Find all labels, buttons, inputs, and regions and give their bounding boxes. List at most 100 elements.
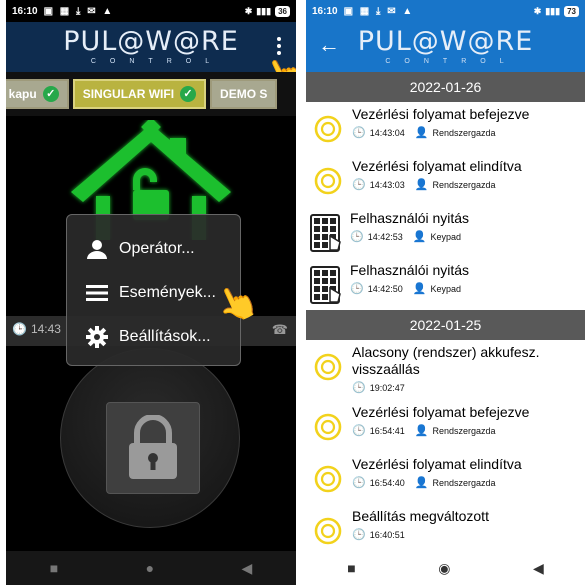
bluetooth-icon: ✱ [533, 5, 542, 16]
keypad-icon [310, 214, 344, 252]
event-meta: 🕒 14:42:50 👤 Keypad [350, 282, 579, 295]
event-user: Rendszergazda [432, 425, 496, 436]
event-title: Vezérlési folyamat elindítva [352, 456, 522, 472]
event-row[interactable]: Alacsony (rendszer) akkufesz. visszaállá… [306, 340, 585, 400]
notification-icons: ▣ ▦ ⤓ ✉ ▲ [43, 5, 115, 17]
event-time: 16:40:51 [369, 529, 405, 540]
event-user: Rendszergazda [432, 127, 496, 138]
padlock-icon [129, 415, 177, 479]
event-title: Vezérlési folyamat befejezve [352, 404, 530, 420]
back-icon[interactable]: ◀ [241, 560, 252, 577]
event-time: 14:43:03 [369, 179, 405, 190]
event-time: 16:54:40 [369, 477, 405, 488]
gear-icon [310, 348, 346, 386]
recents-icon[interactable]: ■ [50, 560, 58, 576]
app-logo-sub: CONTROL [385, 58, 518, 65]
event-list[interactable]: 2022-01-26 Vezérlési folyamat befejezve 🕒 1… [306, 72, 585, 551]
signal-icon: ▮▮▮ [545, 5, 561, 16]
person-icon: 👤 [414, 127, 429, 139]
clock-icon: 🕒 [12, 322, 27, 336]
lock-button[interactable] [106, 402, 200, 494]
person-icon: 👤 [414, 477, 429, 489]
tab-label: DEMO S [220, 87, 268, 101]
overflow-menu: Operátor... Események... Beállítások... [66, 214, 241, 366]
event-row[interactable]: Felhasználói nyitás 🕒 14:42:53 👤 Keypad [306, 206, 585, 258]
tab-device-2[interactable]: SINGULAR WIFI ✓ [72, 79, 207, 109]
person-icon: 👤 [412, 231, 427, 243]
date-header: 2022-01-25 [306, 310, 585, 340]
home-icon[interactable]: ● [146, 560, 154, 576]
status-bar: 16:10 ▣ ▦ ⤓ ✉ ▲ ✱ ▮▮▮ 36 [6, 0, 296, 22]
clock-icon: 🕒 [352, 477, 366, 489]
event-time: 19:02:47 [369, 382, 405, 393]
gear-icon [310, 162, 346, 200]
person-icon: 👤 [414, 425, 429, 437]
person-icon [85, 239, 109, 259]
event-title: Vezérlési folyamat befejezve [352, 106, 530, 122]
tab-label: ay kapu [6, 87, 37, 101]
back-icon[interactable]: ◀ [533, 560, 544, 577]
clock-icon: 🕒 [352, 382, 366, 394]
time-chip-value: 14:43 [30, 322, 61, 336]
event-meta: 🕒 16:40:51 [352, 528, 579, 541]
gear-icon [310, 408, 346, 446]
app-bar: ← PUL@W@RE CONTROL [306, 22, 585, 72]
signal-icon: ▮▮▮ [256, 5, 272, 16]
check-icon: ✓ [180, 86, 197, 102]
android-nav-bar: ■ ● ◀ [6, 551, 296, 585]
event-row[interactable]: Vezérlési folyamat befejezve 🕒 14:43:04 👤 Re… [306, 102, 585, 154]
person-icon: 👤 [412, 283, 427, 295]
event-meta: 🕒 16:54:40 👤 Rendszergazda [352, 476, 579, 489]
clock-icon: 🕒 [350, 231, 364, 243]
event-title: Felhasználói nyitás [350, 262, 470, 278]
event-user: Rendszergazda [432, 179, 496, 190]
tab-label: SINGULAR WIFI [82, 87, 175, 101]
status-bar: 16:10 ▣ ▦ ⤓ ✉ ▲ ✱ ▮▮▮ 73 [306, 0, 585, 22]
date-header: 2022-01-26 [306, 72, 585, 102]
last-event-time: 🕒 14:43 [12, 322, 61, 336]
event-time: 14:42:50 [367, 283, 403, 294]
battery-icon: 36 [275, 5, 290, 17]
app-logo: PUL@W@RE [63, 26, 239, 57]
event-row[interactable]: Vezérlési folyamat elindítva 🕒 16:54:40 👤 Re… [306, 452, 585, 504]
event-row[interactable]: Beállítás megváltozott 🕒 16:40:51 [306, 504, 585, 551]
recents-icon[interactable]: ■ [347, 560, 355, 576]
event-time: 14:42:53 [367, 231, 403, 242]
event-row[interactable]: Vezérlési folyamat elindítva 🕒 14:43:03 👤 Re… [306, 154, 585, 206]
person-icon: 👤 [414, 179, 429, 191]
menu-item-operator[interactable]: Operátor... [85, 227, 240, 271]
menu-item-settings[interactable]: Beállítások... [85, 315, 240, 359]
event-title: Vezérlési folyamat elindítva [352, 158, 522, 174]
check-icon: ✓ [42, 86, 59, 102]
status-right: ✱ ▮▮▮ 73 [533, 5, 579, 17]
gear-icon [310, 512, 346, 550]
event-meta: 🕒 16:54:41 👤 Rendszergazda [352, 424, 579, 437]
status-time: 16:10 [12, 5, 38, 17]
tab-device-1[interactable]: ay kapu ✓ [6, 79, 69, 109]
list-icon [85, 285, 109, 301]
clock-icon: 🕒 [352, 179, 366, 191]
clock-icon: 🕒 [352, 127, 366, 139]
notification-icons: ▣ ▦ ⤓ ✉ ▲ [343, 5, 415, 17]
gear-icon [310, 460, 346, 498]
device-tabs: ay kapu ✓ SINGULAR WIFI ✓ DEMO S [6, 72, 296, 116]
battery-icon: 73 [564, 5, 579, 17]
gear-icon [85, 326, 109, 348]
gear-icon [310, 110, 346, 148]
menu-item-label: Beállítások... [119, 328, 211, 345]
phone-icon[interactable]: ☎ [272, 322, 288, 338]
home-icon[interactable]: ◉ [438, 560, 450, 577]
event-meta: 🕒 14:42:53 👤 Keypad [350, 230, 579, 243]
event-title: Felhasználói nyitás [350, 210, 470, 226]
menu-item-label: Operátor... [119, 240, 195, 257]
keypad-icon [310, 266, 344, 304]
event-meta: 🕒 14:43:03 👤 Rendszergazda [352, 178, 579, 191]
event-row[interactable]: Vezérlési folyamat befejezve 🕒 16:54:41 👤 Re… [306, 400, 585, 452]
event-user: Keypad [430, 231, 461, 242]
tab-device-3[interactable]: DEMO S [210, 79, 278, 109]
app-logo-sub: CONTROL [90, 58, 224, 65]
event-row[interactable]: Felhasználói nyitás 🕒 14:42:50 👤 Keypad [306, 258, 585, 310]
event-user: Keypad [430, 283, 461, 294]
left-screen: 16:10 ▣ ▦ ⤓ ✉ ▲ ✱ ▮▮▮ 36 PUL@W@RE CONTRO… [6, 0, 296, 585]
event-title: Beállítás megváltozott [352, 508, 489, 524]
